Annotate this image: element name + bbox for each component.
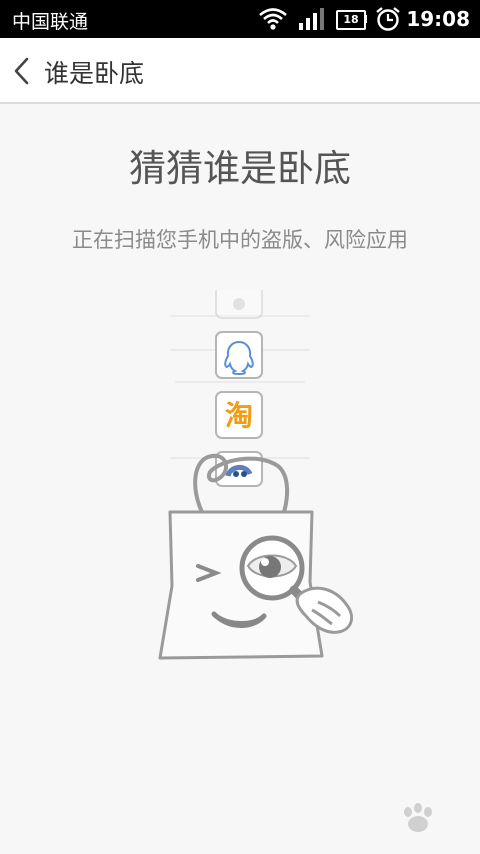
paw-logo (404, 803, 432, 832)
alarm-icon (376, 7, 400, 31)
taobao-glyph: 淘 (225, 399, 253, 432)
battery-tip (364, 15, 367, 23)
scan-description: 正在扫描您手机中的盗版、风险应用 (72, 228, 408, 252)
faded-app-tile (215, 290, 263, 319)
status-bar: 中国联通 18 19:08 (0, 0, 480, 38)
chevron-left-icon[interactable] (10, 56, 34, 86)
scanning-illustration: 淘 (158, 290, 354, 660)
app-bar: 谁是卧底 (0, 38, 480, 104)
taobao-icon: 淘 (215, 391, 263, 439)
clock: 19:08 (406, 7, 470, 31)
signal-icon (299, 8, 324, 30)
headline: 猜猜谁是卧底 (129, 147, 351, 190)
page-title: 谁是卧底 (44, 59, 145, 88)
qq-icon (215, 331, 263, 379)
battery-level: 18 (343, 13, 359, 26)
wifi-icon (259, 8, 287, 30)
battery-icon: 18 (336, 10, 366, 30)
carrier-label: 中国联通 (12, 11, 89, 33)
